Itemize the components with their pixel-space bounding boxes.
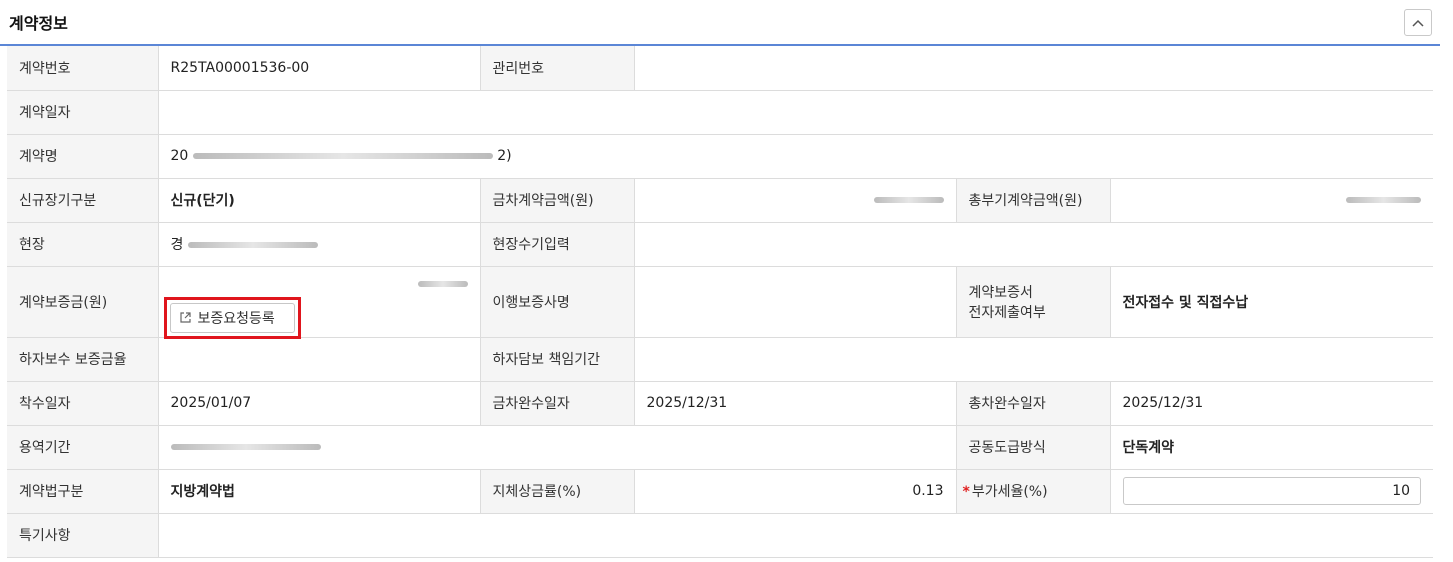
- site-manual-value: [634, 222, 1434, 267]
- performance-guarantor-label: 이행보증사명: [480, 266, 635, 338]
- delay-rate-value: 0.13: [634, 469, 957, 514]
- this-amount-value: [634, 178, 957, 223]
- deposit-amount: [417, 276, 468, 292]
- vat-rate-input[interactable]: [1122, 477, 1422, 505]
- contract-no-value: R25TA00001536-00: [158, 46, 481, 91]
- table-row: 계약명 20 2): [7, 134, 1434, 179]
- table-row: 계약보증금(원) 보증요청등록 이행보증사명 계약보증서 전자제출여부 전자접수…: [7, 266, 1434, 339]
- electronic-submit-label: 계약보증서 전자제출여부: [956, 266, 1111, 338]
- electronic-submit-label-line1: 계약보증서: [968, 284, 1033, 301]
- defect-period-label: 하자담보 책임기간: [480, 337, 635, 382]
- required-mark: *: [962, 484, 970, 500]
- contract-law-value: 지방계약법: [158, 469, 481, 514]
- contract-name-end: 2): [497, 148, 512, 164]
- vat-rate-label-text: 부가세율(%): [971, 484, 1048, 500]
- site-label: 현장: [7, 222, 159, 267]
- total-completion-label: 총차완수일자: [956, 381, 1111, 426]
- vat-rate-cell: [1110, 469, 1434, 514]
- contract-name-start: 20: [170, 148, 189, 164]
- new-long-value: 신규(단기): [158, 178, 481, 223]
- collapse-button[interactable]: [1404, 9, 1432, 36]
- contract-name-label: 계약명: [7, 134, 159, 179]
- service-period-value: [158, 425, 957, 470]
- table-row: 계약법구분 지방계약법 지체상금률(%) 0.13 * 부가세율(%): [7, 469, 1434, 514]
- start-date-value: 2025/01/07: [158, 381, 481, 426]
- panel-title: 계약정보: [9, 14, 68, 33]
- deposit-value: 보증요청등록: [158, 266, 481, 339]
- delay-rate-label: 지체상금률(%): [480, 469, 635, 514]
- vat-rate-label: * 부가세율(%): [956, 469, 1111, 514]
- electronic-submit-label-line2: 전자제출여부: [968, 304, 1046, 321]
- this-completion-label: 금차완수일자: [480, 381, 635, 426]
- defect-amount-value: [158, 337, 481, 382]
- special-label: 특기사항: [7, 513, 159, 558]
- external-link-icon: [179, 312, 191, 323]
- defect-period-value: [634, 337, 1434, 382]
- site-value: 경: [158, 222, 481, 267]
- table-row: 계약번호 R25TA00001536-00 관리번호: [7, 46, 1434, 91]
- table-row: 착수일자 2025/01/07 금차완수일자 2025/12/31 총차완수일자…: [7, 381, 1434, 426]
- joint-method-value: 단독계약: [1110, 425, 1434, 470]
- redacted-text: [1346, 197, 1422, 203]
- contract-info-table: 계약번호 R25TA00001536-00 관리번호 계약일자 계약명 20 2…: [7, 46, 1434, 558]
- redacted-text: [192, 153, 493, 159]
- total-amount-label: 총부기계약금액(원): [956, 178, 1111, 223]
- table-row: 현장 경 현장수기입력: [7, 222, 1434, 267]
- chevron-up-icon: [1412, 19, 1424, 27]
- total-completion-value: 2025/12/31: [1110, 381, 1434, 426]
- site-value-start: 경: [170, 237, 184, 253]
- table-row: 신규장기구분 신규(단기) 금차계약금액(원) 총부기계약금액(원): [7, 178, 1434, 223]
- manage-no-label: 관리번호: [480, 46, 635, 91]
- deposit-label: 계약보증금(원): [7, 266, 159, 338]
- table-row: 하자보수 보증금율 하자담보 책임기간: [7, 337, 1434, 382]
- new-long-label: 신규장기구분: [7, 178, 159, 223]
- contract-date-value: [158, 90, 1434, 135]
- panel-header: 계약정보: [0, 0, 1440, 46]
- start-date-label: 착수일자: [7, 381, 159, 426]
- this-amount-label: 금차계약금액(원): [480, 178, 635, 223]
- defect-amount-label: 하자보수 보증금율: [7, 337, 159, 382]
- contract-no-label: 계약번호: [7, 46, 159, 91]
- manage-no-value: [634, 46, 1434, 91]
- redacted-text: [873, 197, 944, 203]
- performance-guarantor-value: [634, 266, 957, 338]
- table-row: 용역기간 공동도급방식 단독계약: [7, 425, 1434, 470]
- site-manual-label: 현장수기입력: [480, 222, 635, 267]
- contract-date-label: 계약일자: [7, 90, 159, 135]
- this-completion-value: 2025/12/31: [634, 381, 957, 426]
- contract-law-label: 계약법구분: [7, 469, 159, 514]
- redacted-text: [170, 444, 321, 450]
- table-row: 계약일자: [7, 90, 1434, 135]
- redacted-text: [417, 280, 468, 287]
- guarantee-request-label: 보증요청등록: [197, 310, 275, 327]
- joint-method-label: 공동도급방식: [956, 425, 1111, 470]
- contract-name-value: 20 2): [158, 134, 1434, 179]
- service-period-label: 용역기간: [7, 425, 159, 470]
- table-row: 특기사항: [7, 513, 1434, 558]
- highlight-box: 보증요청등록: [163, 296, 301, 339]
- total-amount-value: [1110, 178, 1434, 223]
- special-value: [158, 513, 1434, 558]
- redacted-text: [187, 242, 318, 248]
- electronic-submit-value: 전자접수 및 직접수납: [1110, 266, 1434, 338]
- guarantee-request-button[interactable]: 보증요청등록: [169, 302, 295, 333]
